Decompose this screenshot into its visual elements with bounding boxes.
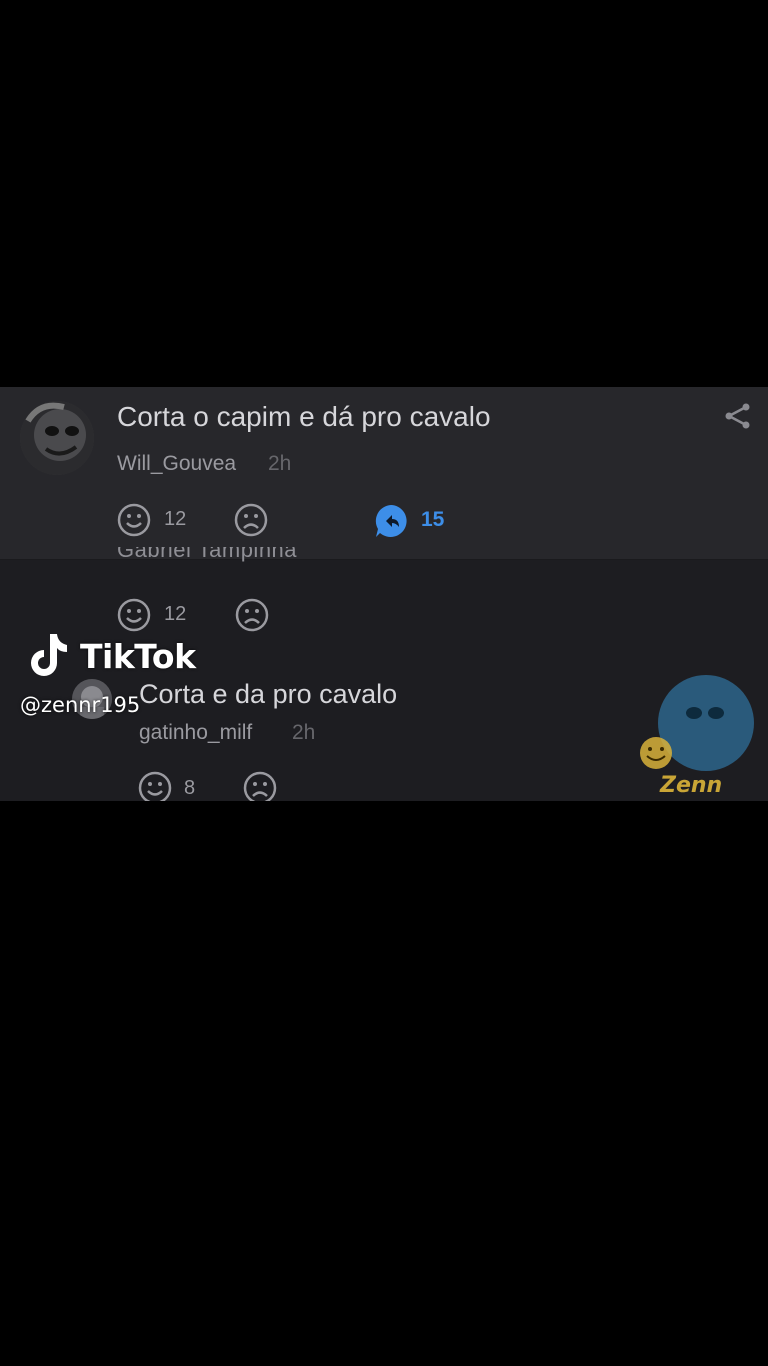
tiktok-brand: TikTok [80, 637, 196, 676]
reply-bubble-icon[interactable] [372, 502, 410, 540]
sad-icon[interactable] [233, 502, 269, 538]
tiktok-logo-icon [31, 634, 67, 676]
reply-count[interactable]: 15 [421, 508, 444, 532]
comment-username[interactable]: Will_Gouvea [117, 452, 236, 476]
sticker-text: Zenn [659, 773, 722, 798]
like-count: 12 [164, 508, 187, 530]
smile-icon[interactable] [116, 597, 152, 633]
sad-icon[interactable] [242, 770, 278, 801]
comment-text: Corta o capim e dá pro cavalo [117, 401, 491, 432]
comment-text: Corta e da pro cavalo [139, 679, 398, 709]
like-count: 8 [184, 777, 196, 799]
comment-highlighted: Corta o capim e dá pro cavalo Will_Gouve… [0, 387, 768, 560]
tiktok-handle: @zennr195 [20, 693, 141, 717]
like-count: 12 [164, 603, 187, 625]
smile-icon[interactable] [116, 502, 152, 538]
comment-username-clipped: Gabriel Tampinha [117, 547, 298, 562]
mascot-sticker: Zenn [640, 675, 754, 798]
avatar[interactable] [20, 401, 94, 475]
comment-time: 2h [268, 452, 292, 475]
sad-icon[interactable] [234, 597, 270, 633]
smile-icon[interactable] [137, 770, 173, 801]
share-icon[interactable] [722, 401, 752, 431]
comment-username[interactable]: gatinho_milf [139, 721, 252, 745]
comment-time: 2h [292, 721, 316, 744]
